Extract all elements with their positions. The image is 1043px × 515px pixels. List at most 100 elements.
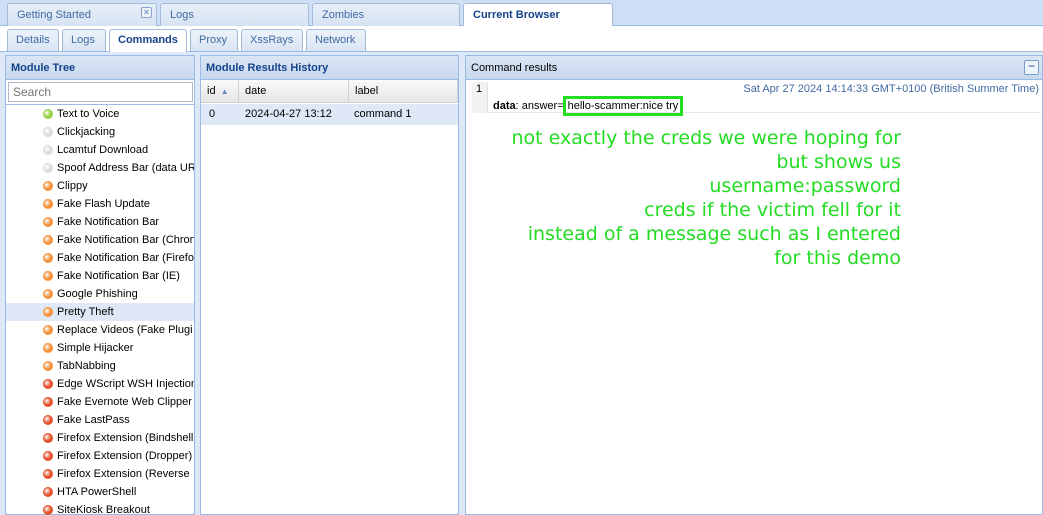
module-label: Clippy (57, 180, 88, 192)
column-label: label (355, 85, 379, 97)
collapse-button[interactable]: − (1024, 60, 1039, 75)
tab-network[interactable]: Network (306, 29, 366, 51)
status-dot-icon (43, 253, 53, 263)
status-dot-icon (43, 181, 53, 191)
module-tree-item[interactable]: Fake Flash Update (6, 195, 194, 213)
tab-label: Zombies (322, 9, 365, 21)
module-label: Firefox Extension (Reverse (57, 468, 190, 480)
module-tree-item[interactable]: Pretty Theft (6, 303, 194, 321)
tab-xssrays[interactable]: XssRays (241, 29, 303, 51)
panel-title: Module Results History (201, 56, 458, 80)
sort-asc-icon: ▲ (220, 87, 229, 96)
module-tree-item[interactable]: HTA PowerShell (6, 483, 194, 501)
status-dot-icon (43, 487, 53, 497)
module-tree-item[interactable]: Spoof Address Bar (data UR (6, 159, 194, 177)
module-tree-item[interactable]: Fake Evernote Web Clipper (6, 393, 194, 411)
module-label: Clickjacking (57, 126, 116, 138)
module-tree-item[interactable]: Fake Notification Bar (6, 213, 194, 231)
module-tree-item[interactable]: TabNabbing (6, 357, 194, 375)
module-tree-item[interactable]: Clickjacking (6, 123, 194, 141)
tab-label: Network (315, 34, 356, 46)
column-label: id (207, 85, 216, 97)
status-dot-icon (43, 199, 53, 209)
tab-label: XssRays (250, 34, 294, 46)
status-dot-icon (43, 469, 53, 479)
status-dot-icon (43, 163, 53, 173)
module-label: Spoof Address Bar (data UR (57, 162, 194, 174)
module-tree-item[interactable]: Simple Hijacker (6, 339, 194, 357)
module-tree-item[interactable]: Replace Videos (Fake Plugi (6, 321, 194, 339)
tab-logs-sub[interactable]: Logs (62, 29, 106, 51)
table-row[interactable]: 0 2024-04-27 13:12 command 1 (201, 104, 458, 125)
module-tree-item[interactable]: Firefox Extension (Dropper) (6, 447, 194, 465)
column-header-label[interactable]: label (349, 80, 458, 103)
module-list: Text to Voice Clickjacking Lcamtuf Downloa… (6, 104, 194, 515)
module-tree-item[interactable]: Firefox Extension (Reverse (6, 465, 194, 483)
tab-label: Logs (71, 34, 95, 46)
module-label: Replace Videos (Fake Plugi (57, 324, 193, 336)
status-dot-icon (43, 451, 53, 461)
status-dot-icon (43, 433, 53, 443)
tab-current-browser[interactable]: Current Browser (463, 3, 613, 27)
module-label: Fake Notification Bar (IE) (57, 270, 180, 282)
status-dot-icon (43, 145, 53, 155)
tab-label: Getting Started (17, 9, 91, 21)
module-tree-item[interactable]: Fake Notification Bar (Chron (6, 231, 194, 249)
tab-commands[interactable]: Commands (109, 29, 187, 52)
tab-label: Commands (118, 34, 178, 46)
module-tree-item[interactable]: SiteKiosk Breakout (6, 501, 194, 515)
status-dot-icon (43, 505, 53, 515)
module-tree-item[interactable]: Clippy (6, 177, 194, 195)
highlighted-credentials: hello-scammer:nice try (562, 96, 684, 116)
close-icon[interactable]: ✕ (141, 7, 152, 18)
annotation-text: not exactly the creds we were hoping for… (511, 127, 902, 269)
status-dot-icon (43, 235, 53, 245)
module-label: Fake Evernote Web Clipper (57, 396, 192, 408)
tab-zombies[interactable]: Zombies (312, 3, 460, 26)
tab-details[interactable]: Details (7, 29, 59, 51)
module-label: Pretty Theft (57, 306, 114, 318)
tab-label: Current Browser (473, 9, 560, 21)
module-label: Simple Hijacker (57, 342, 134, 354)
status-dot-icon (43, 361, 53, 371)
status-dot-icon (43, 343, 53, 353)
search-input[interactable] (8, 82, 193, 102)
cell-id: 0 (209, 108, 216, 120)
module-label: Lcamtuf Download (57, 144, 149, 156)
result-timestamp: Sat Apr 27 2024 14:14:33 GMT+0100 (Briti… (743, 83, 1039, 95)
module-label: Firefox Extension (Dropper) (57, 450, 193, 462)
module-label: Fake Notification Bar (57, 216, 160, 228)
module-label: TabNabbing (57, 360, 116, 372)
column-header-date[interactable]: date (239, 80, 349, 103)
tab-logs[interactable]: Logs (160, 3, 309, 26)
tab-getting-started[interactable]: Getting Started ✕ (7, 3, 157, 26)
module-tree-item[interactable]: Google Phishing (6, 285, 194, 303)
module-tree-item[interactable]: Fake Notification Bar (Firefo (6, 249, 194, 267)
module-label: Fake Notification Bar (Chron (57, 234, 194, 246)
top-tab-bar: Getting Started ✕ Logs Zombies Current B… (0, 0, 1043, 27)
status-dot-icon (43, 289, 53, 299)
cell-label: command 1 (354, 108, 412, 120)
module-label: Fake Flash Update (57, 198, 150, 210)
panel-title: Command results (466, 56, 1042, 80)
module-tree-item[interactable]: Firefox Extension (Bindshell (6, 429, 194, 447)
module-label: Firefox Extension (Bindshell (57, 432, 194, 444)
module-tree-item[interactable]: Text to Voice (6, 105, 194, 123)
column-label: date (245, 85, 267, 97)
tab-label: Details (16, 34, 50, 46)
module-tree-item[interactable]: Fake Notification Bar (IE) (6, 267, 194, 285)
module-tree-panel: Module Tree Text to Voice Clickjacking Lca… (5, 55, 195, 515)
module-label: Fake LastPass (57, 414, 130, 426)
sub-tab-bar: Details Logs Commands Proxy XssRays Netw… (0, 26, 1043, 52)
module-label: Fake Notification Bar (Firefo (57, 252, 194, 264)
module-label: Google Phishing (57, 288, 138, 300)
module-tree-item[interactable]: Lcamtuf Download (6, 141, 194, 159)
column-header-id[interactable]: id ▲ (201, 80, 239, 103)
cell-date: 2024-04-27 13:12 (245, 108, 332, 120)
module-label: SiteKiosk Breakout (57, 504, 150, 515)
status-dot-icon (43, 415, 53, 425)
module-tree-item[interactable]: Fake LastPass (6, 411, 194, 429)
module-tree-item[interactable]: Edge WScript WSH Injection (6, 375, 194, 393)
tab-label: Logs (170, 9, 194, 21)
tab-proxy[interactable]: Proxy (190, 29, 238, 51)
